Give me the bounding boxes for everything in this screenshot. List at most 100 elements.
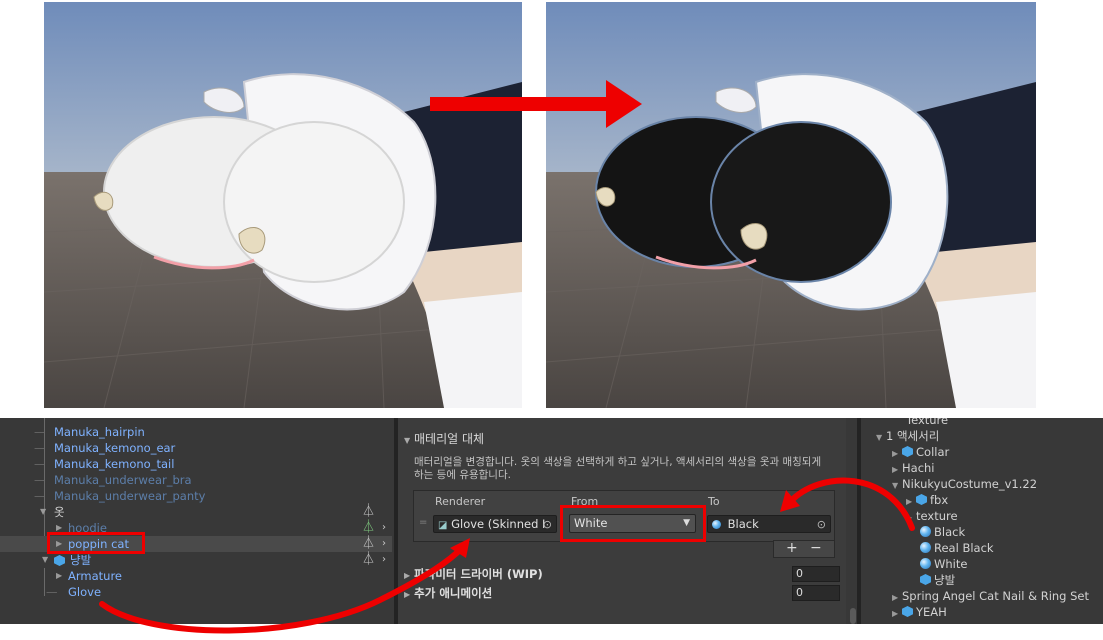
prefab-icon <box>902 606 913 617</box>
project-item[interactable]: 냥발 <box>920 572 955 588</box>
hanger-icon[interactable]: ⏃ <box>362 552 375 568</box>
list-add-remove: + − <box>773 540 835 558</box>
project-item[interactable]: Texture <box>906 418 948 428</box>
hierarchy-item[interactable]: — Manuka_underwear_bra <box>0 472 392 488</box>
prefab-icon <box>920 574 931 585</box>
drag-handle-icon[interactable]: = <box>419 517 427 528</box>
expand-arrow-icon[interactable]: ▶ <box>892 606 902 622</box>
hierarchy-item-label: Manuka_underwear_panty <box>54 489 206 503</box>
hierarchy-item-label: Glove <box>68 585 102 599</box>
project-item-label: 냥발 <box>934 573 956 587</box>
hierarchy-item-label: 냥발 <box>70 553 92 567</box>
scene-viewport-after <box>546 2 1036 408</box>
project-panel: Texture ▼ 1 액세서리 ▶ Collar ▶ Hachi ▼ NikukyuC… <box>862 418 1103 624</box>
to-material-field[interactable]: Black ⊙ <box>707 515 831 533</box>
add-row-button[interactable]: + <box>786 541 798 556</box>
project-item-label: Black <box>934 525 966 539</box>
hierarchy-item-label: Manuka_underwear_bra <box>54 473 192 487</box>
hierarchy-item[interactable]: — Manuka_kemono_tail <box>0 456 392 472</box>
prefab-icon <box>54 555 65 566</box>
highlight-box-from-dropdown <box>560 505 706 542</box>
object-picker-icon[interactable]: ⊙ <box>817 517 826 532</box>
hierarchy-item[interactable]: — Manuka_kemono_ear <box>0 440 392 456</box>
inspector-scrollbar[interactable] <box>850 608 856 624</box>
section-description: 매터리얼을 변경합니다. 옷의 색상을 선택하게 하고 싶거나, 액세서리의 색… <box>414 456 822 481</box>
project-item-label: Hachi <box>902 461 935 475</box>
material-icon <box>712 520 721 529</box>
section-title: 추가 애니메이션 <box>414 586 493 600</box>
project-item[interactable]: ▼ NikukyuCostume_v1.22 <box>892 476 1037 492</box>
hierarchy-item-glove[interactable]: — Glove <box>0 584 392 600</box>
param-driver-count[interactable]: 0 <box>792 566 840 582</box>
project-item[interactable]: ▶ texture <box>906 508 958 524</box>
project-item[interactable]: ▼ 1 액세서리 <box>876 428 939 444</box>
project-item[interactable]: ▶ fbx <box>906 492 948 508</box>
hanger-icon[interactable]: ⏃ <box>362 520 375 536</box>
project-item[interactable]: Real Black <box>920 540 994 556</box>
project-item[interactable]: ▶ Collar <box>892 444 949 460</box>
project-item[interactable]: ▶ Hachi <box>892 460 935 476</box>
expand-arrow-icon[interactable]: ▼ <box>42 552 52 568</box>
renderer-field[interactable]: ◪ Glove (Skinned I ⊙ <box>433 515 557 533</box>
extra-animation-count[interactable]: 0 <box>792 585 840 601</box>
project-item-label: NikukyuCostume_v1.22 <box>902 477 1038 491</box>
hierarchy-item-paw[interactable]: ▼ 냥발 ⏃ › <box>0 552 392 568</box>
object-picker-icon[interactable]: ⊙ <box>543 517 552 532</box>
to-value: Black <box>727 517 759 531</box>
section-title: 매테리얼 대체 <box>413 432 485 446</box>
expand-arrow-icon[interactable]: ▼ <box>876 430 886 446</box>
project-item-label: Spring Angel Cat Nail & Ring Set <box>902 589 1090 603</box>
section-title: 파라미터 드라이버 (WIP) <box>414 567 543 581</box>
highlight-box-poppin-cat <box>47 532 145 554</box>
material-swap-section[interactable]: ▼ 매테리얼 대체 <box>404 430 484 447</box>
material-icon <box>920 526 931 537</box>
expand-arrow-icon[interactable]: ▼ <box>40 504 50 520</box>
hierarchy-item-label: Manuka_hairpin <box>54 425 145 439</box>
project-item-label: White <box>934 557 968 571</box>
hierarchy-item-label: Armature <box>68 569 122 583</box>
extra-animation-section[interactable]: ▶ 추가 애니메이션 <box>404 585 492 601</box>
panel-divider[interactable] <box>857 418 861 624</box>
project-item-label: Texture <box>906 418 949 427</box>
project-item-label: texture <box>916 509 958 523</box>
renderer-value: Glove (Skinned I <box>451 517 546 531</box>
glove-white-render <box>44 2 522 408</box>
column-header-renderer: Renderer <box>435 495 486 508</box>
hierarchy-panel: — Manuka_hairpin — Manuka_kemono_ear — Manu… <box>0 418 392 624</box>
remove-row-button[interactable]: − <box>810 541 822 556</box>
prefab-icon <box>902 446 913 457</box>
project-item-label: fbx <box>930 493 949 507</box>
glove-black-render <box>546 2 1036 408</box>
project-item-label: Real Black <box>934 541 994 555</box>
expand-arrow-icon[interactable]: ▶ <box>56 568 66 584</box>
expand-arrow-icon[interactable]: ▶ <box>906 510 916 526</box>
hierarchy-item-armature[interactable]: ▶ Armature <box>0 568 392 584</box>
expand-arrow-icon[interactable]: ▶ <box>404 571 410 580</box>
project-item-label: 1 액세서리 <box>886 429 940 443</box>
expand-arrow-icon[interactable]: ▼ <box>892 478 902 494</box>
hanger-icon[interactable]: ⏃ <box>362 504 375 520</box>
hierarchy-item-clothes[interactable]: ▼ 옷 ⏃ <box>0 504 392 520</box>
hierarchy-item-label: Manuka_kemono_tail <box>54 457 175 471</box>
chevron-right-icon[interactable]: › <box>382 552 386 568</box>
chevron-right-icon[interactable]: › <box>382 520 386 536</box>
project-item[interactable]: White <box>920 556 967 572</box>
project-item-label: Collar <box>916 445 950 459</box>
chevron-right-icon[interactable]: › <box>382 536 386 552</box>
column-header-to: To <box>708 495 720 508</box>
material-icon <box>920 558 931 569</box>
prefab-icon <box>916 494 927 505</box>
skinned-mesh-icon: ◪ <box>438 520 448 531</box>
hierarchy-item-label: 옷 <box>54 505 65 519</box>
expand-arrow-icon[interactable]: ▶ <box>404 590 410 599</box>
hierarchy-item[interactable]: — Manuka_hairpin <box>0 424 392 440</box>
project-item[interactable]: ▶ Spring Angel Cat Nail & Ring Set <box>892 588 1089 604</box>
project-item[interactable]: ▶ YEAH <box>892 604 947 620</box>
hanger-icon[interactable]: ⏃ <box>362 536 375 552</box>
project-item-black[interactable]: Black <box>920 524 965 540</box>
material-icon <box>920 542 931 553</box>
expand-arrow-icon[interactable]: ▼ <box>404 436 410 445</box>
hierarchy-item[interactable]: — Manuka_underwear_panty <box>0 488 392 504</box>
unity-editor-panels: — Manuka_hairpin — Manuka_kemono_ear — Manu… <box>0 418 1103 624</box>
param-driver-section[interactable]: ▶ 파라미터 드라이버 (WIP) <box>404 566 543 582</box>
